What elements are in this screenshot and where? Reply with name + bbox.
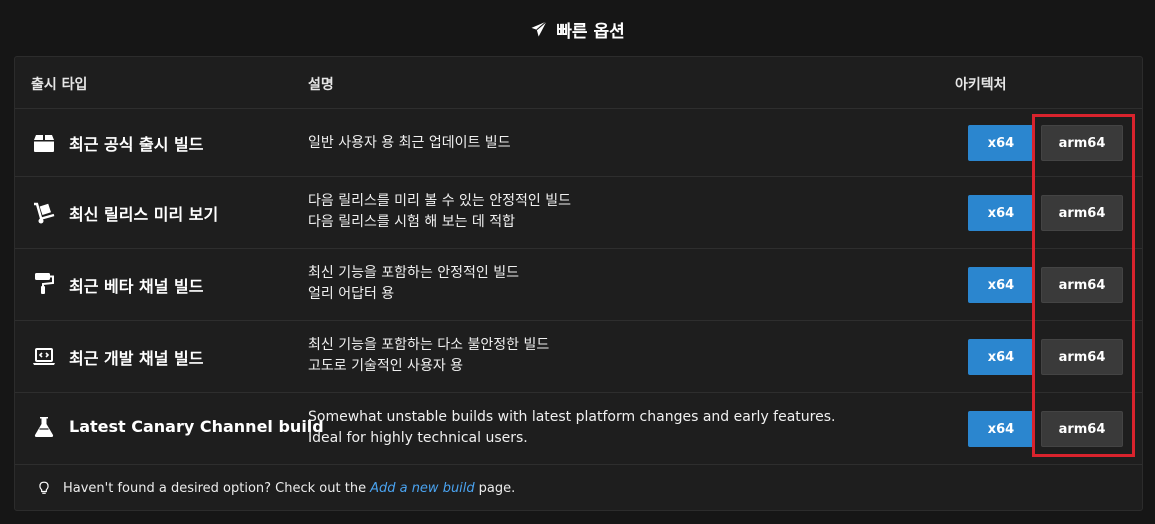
table-row: 최근 베타 채널 빌드 최신 기능을 포함하는 안정적인 빌드 얼리 어답터 용… [15, 249, 1142, 321]
description-line: 고도로 기술적인 사용자 용 [308, 358, 464, 374]
column-header-type: 출시 타입 [31, 77, 88, 93]
column-header-description: 설명 [308, 77, 334, 93]
arm64-download-button[interactable]: arm64 [1041, 411, 1123, 447]
arm64-download-button[interactable]: arm64 [1041, 339, 1123, 375]
x64-download-button[interactable]: x64 [968, 411, 1034, 447]
x64-download-button[interactable]: x64 [968, 267, 1034, 303]
x64-download-button[interactable]: x64 [968, 339, 1034, 375]
footer-text-end: page. [478, 480, 516, 496]
description-line: Somewhat unstable builds with latest pla… [308, 409, 836, 425]
description-line: 최신 기능을 포함하는 안정적인 빌드 [308, 265, 519, 281]
table-row: 최신 릴리스 미리 보기 다음 릴리스를 미리 볼 수 있는 안정적인 빌드 다… [15, 177, 1142, 249]
row-description: 다음 릴리스를 미리 볼 수 있는 안정적인 빌드 다음 릴리스를 시험 해 보… [308, 191, 571, 233]
table-row: 최근 공식 출시 빌드 일반 사용자 용 최근 업데이트 빌드 x64 arm6… [15, 109, 1142, 177]
row-description: 최신 기능을 포함하는 안정적인 빌드 얼리 어답터 용 [308, 263, 519, 305]
table-header: 출시 타입 설명 아키텍처 [15, 57, 1142, 109]
row-description: 최신 기능을 포함하는 다소 불안정한 빌드 고도로 기술적인 사용자 용 [308, 335, 549, 377]
column-header-architecture: 아키텍처 [955, 77, 1007, 93]
lightbulb-icon [39, 481, 49, 494]
laptop-code-icon [31, 343, 57, 371]
row-name: 최근 베타 채널 빌드 [69, 277, 204, 296]
description-line: 얼리 어답터 용 [308, 286, 395, 302]
paper-plane-icon [531, 21, 548, 37]
x64-download-button[interactable]: x64 [968, 125, 1034, 161]
description-line: 일반 사용자 용 최근 업데이트 빌드 [308, 135, 511, 151]
description-line: 최신 기능을 포함하는 다소 불안정한 빌드 [308, 337, 550, 353]
arm64-download-button[interactable]: arm64 [1041, 125, 1123, 161]
description-line: 다음 릴리스를 시험 해 보는 데 적합 [308, 214, 516, 230]
box-icon [31, 129, 57, 157]
table-footer: Haven't found a desired option? Check ou… [15, 465, 1142, 511]
row-description: Somewhat unstable builds with latest pla… [308, 407, 835, 449]
description-line: 다음 릴리스를 미리 볼 수 있는 안정적인 빌드 [308, 193, 571, 209]
row-name: Latest Canary Channel build [69, 417, 324, 436]
flask-icon [31, 413, 57, 441]
build-options-table: 출시 타입 설명 아키텍처 최근 공식 출시 빌드 일반 사용자 용 최근 업데… [14, 56, 1143, 511]
arm64-download-button[interactable]: arm64 [1041, 267, 1123, 303]
page-title-text: 빠른 옵션 [556, 21, 625, 42]
arm64-download-button[interactable]: arm64 [1041, 195, 1123, 231]
x64-download-button[interactable]: x64 [968, 195, 1034, 231]
page-title: 빠른 옵션 [0, 14, 1155, 44]
hand-truck-icon [31, 199, 57, 227]
description-line: Ideal for highly technical users. [308, 430, 528, 446]
add-new-build-link[interactable]: Add a new build [370, 481, 475, 496]
row-name: 최근 개발 채널 빌드 [69, 349, 204, 368]
table-row: 최근 개발 채널 빌드 최신 기능을 포함하는 다소 불안정한 빌드 고도로 기… [15, 321, 1142, 393]
footer-text: Haven't found a desired option? Check ou… [63, 480, 367, 496]
row-description: 일반 사용자 용 최근 업데이트 빌드 [308, 133, 511, 154]
quick-options-page: 빠른 옵션 출시 타입 설명 아키텍처 최근 공식 출시 빌드 일반 사용자 용… [0, 0, 1155, 524]
paint-roller-icon [31, 269, 57, 297]
row-name: 최신 릴리스 미리 보기 [69, 205, 219, 224]
row-name: 최근 공식 출시 빌드 [69, 135, 204, 154]
table-row: Latest Canary Channel build Somewhat uns… [15, 393, 1142, 465]
